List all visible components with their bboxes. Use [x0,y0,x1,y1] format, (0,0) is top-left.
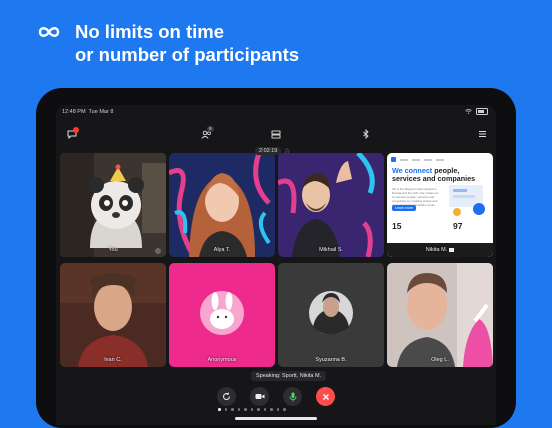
participant-name: Syuzanna B. [315,357,347,363]
shared-illustration [449,185,485,216]
participant-tile-ivan[interactable]: Ivan C. [60,263,166,367]
participant-name: Alya T. [213,247,231,253]
mikhail-video [278,153,384,257]
panda-mask-avatar [60,153,166,257]
star-icon[interactable]: ☆ [284,147,290,155]
bluetooth-button[interactable] [358,127,374,141]
page-dot [218,408,221,411]
page-dot [270,408,273,411]
page-dot [283,408,286,411]
promo-line-1: No limits on time [75,21,225,42]
microphone-icon [289,392,296,401]
status-bar: 12:48 PM Tue Mar 8 [56,105,496,119]
flip-camera-icon [223,392,230,400]
alya-video [169,153,275,257]
page-dot [231,408,234,411]
wifi-icon [465,109,472,114]
participants-count: 9 [207,126,214,132]
speaking-indicator: Speaking: Sportt, Nikita M. [251,371,327,381]
flip-camera-button[interactable] [217,387,236,406]
chat-badge [73,127,79,133]
shared-stat-2: 97 [453,221,463,231]
bluetooth-icon [363,129,369,139]
syuzanna-avatar [278,263,384,367]
ivan-video [60,263,166,367]
participant-tile-you[interactable]: You [60,153,166,257]
promo-headline: No limits on time or number of participa… [75,20,299,66]
tablet-device: 12:48 PM Tue Mar 8 9 2:02:19 ☆ You Alya … [36,88,516,428]
page-dot [244,408,247,411]
participant-name: Mikhail S. [319,247,343,253]
page-indicator[interactable] [218,408,286,411]
camera-icon [255,394,264,399]
anonymous-avatar [169,263,275,367]
page-dot [250,408,253,411]
close-icon [322,393,329,400]
participant-tile-anonymous[interactable]: Anonymous [169,263,275,367]
page-dot [263,408,266,411]
camera-button[interactable] [250,387,269,406]
page-dot [237,408,240,411]
battery-icon [476,108,488,115]
promo-line-2: or number of participants [75,44,300,65]
home-indicator[interactable] [235,417,317,420]
participant-name: Oleg L. [431,357,449,363]
call-screen: 12:48 PM Tue Mar 8 9 2:02:19 ☆ You Alya … [56,105,496,425]
participant-grid: You Alya T. Mikhail S. We connect people… [60,153,494,369]
layout-button[interactable] [268,127,284,141]
participant-tile-nikita[interactable]: We connect people, services and companie… [387,153,493,257]
page-dot [257,408,260,411]
promo-header: No limits on time or number of participa… [0,0,552,90]
call-toolbar: 9 [56,123,496,145]
participant-name: Ivan C. [104,357,122,363]
participant-name: You [108,247,118,253]
participant-tile-oleg[interactable]: Oleg L. [387,263,493,367]
page-dot [276,408,279,411]
shared-body: VK is the largest social network in Russ… [392,187,439,207]
oleg-video [387,263,493,367]
shared-learn-more: Learn more [392,205,416,211]
page-dot [224,408,227,411]
participant-tile-mikhail[interactable]: Mikhail S. [278,153,384,257]
microphone-button[interactable] [283,387,302,406]
vk-logo [391,157,396,162]
participant-tile-syuzanna[interactable]: Syuzanna B. [278,263,384,367]
infinity-icon [38,27,60,37]
status-time: 12:48 PM [62,109,86,115]
chat-button[interactable] [64,127,80,141]
mic-status-icon [155,248,161,254]
layout-grid-icon [271,130,281,138]
participant-name: Nikita M. [387,247,493,253]
participant-tile-alya[interactable]: Alya T. [169,153,275,257]
participants-button[interactable]: 9 [198,126,214,141]
menu-icon [478,131,486,137]
shared-screen: We connect people, services and companie… [387,153,493,257]
menu-button[interactable] [474,127,490,141]
screen-share-icon [449,247,455,252]
shared-nav [391,157,489,162]
shared-stat-1: 15 [392,221,402,231]
end-call-button[interactable] [316,387,335,406]
participant-name: Anonymous [207,357,237,363]
status-date: Tue Mar 8 [88,109,114,115]
call-timer: 2:02:19 [255,147,282,155]
